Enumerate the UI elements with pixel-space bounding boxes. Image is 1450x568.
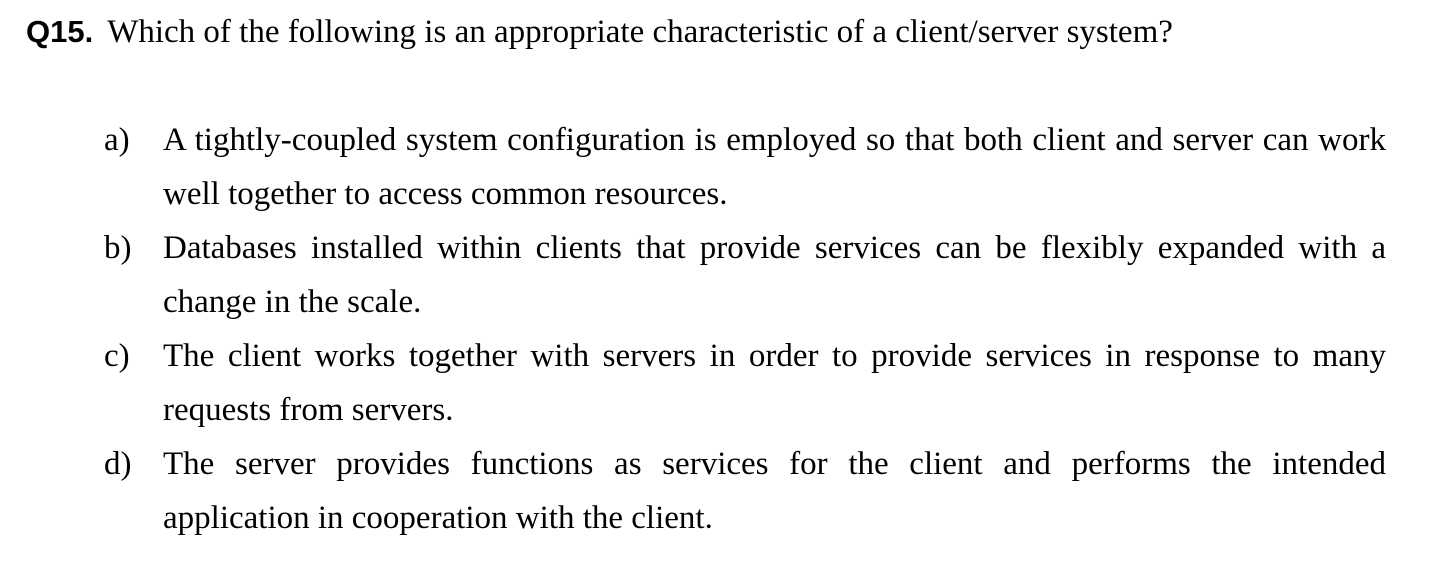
question-number: Q15. <box>26 14 94 49</box>
option-b: b) Databases installed within clients th… <box>104 221 1386 329</box>
option-c-text: The client works together with servers i… <box>163 338 1386 428</box>
answer-options: a) A tightly-coupled system configuratio… <box>104 113 1386 545</box>
option-a: a) A tightly-coupled system configuratio… <box>104 113 1386 221</box>
question-stem: Q15. Which of the following is an appropr… <box>26 10 1426 54</box>
option-d-text: The server provides functions as service… <box>163 446 1386 536</box>
question-text: Which of the following is an appropriate… <box>107 14 1173 50</box>
option-a-label: a) <box>104 122 130 158</box>
option-d-label: d) <box>104 446 132 482</box>
option-c-label: c) <box>104 338 130 374</box>
option-b-text: Databases installed within clients that … <box>163 230 1386 320</box>
option-b-label: b) <box>104 230 132 266</box>
option-a-text: A tightly-coupled system configuration i… <box>163 122 1386 212</box>
option-d: d) The server provides functions as serv… <box>104 437 1386 545</box>
option-c: c) The client works together with server… <box>104 329 1386 437</box>
